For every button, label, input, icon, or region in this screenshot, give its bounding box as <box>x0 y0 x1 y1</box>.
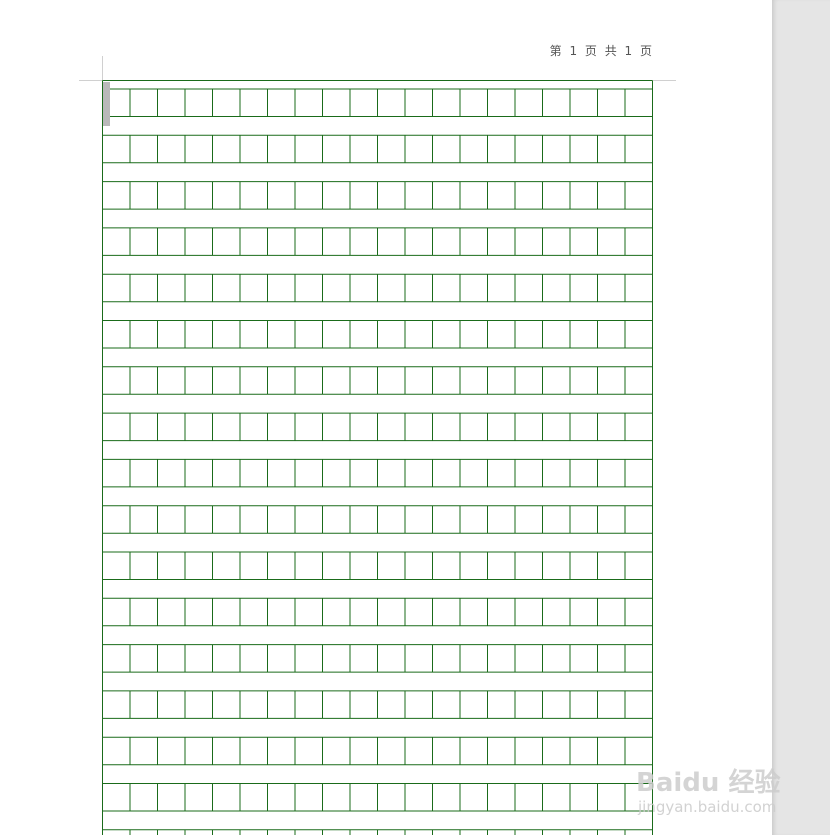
document-viewport: 第 1 页 共 1 页 Baidu 经验 jingyan.baidu.com <box>0 0 830 835</box>
document-page[interactable]: 第 1 页 共 1 页 <box>0 0 772 835</box>
workspace-gutter <box>772 0 830 835</box>
manuscript-grid[interactable] <box>0 0 772 835</box>
text-cursor <box>103 82 110 126</box>
